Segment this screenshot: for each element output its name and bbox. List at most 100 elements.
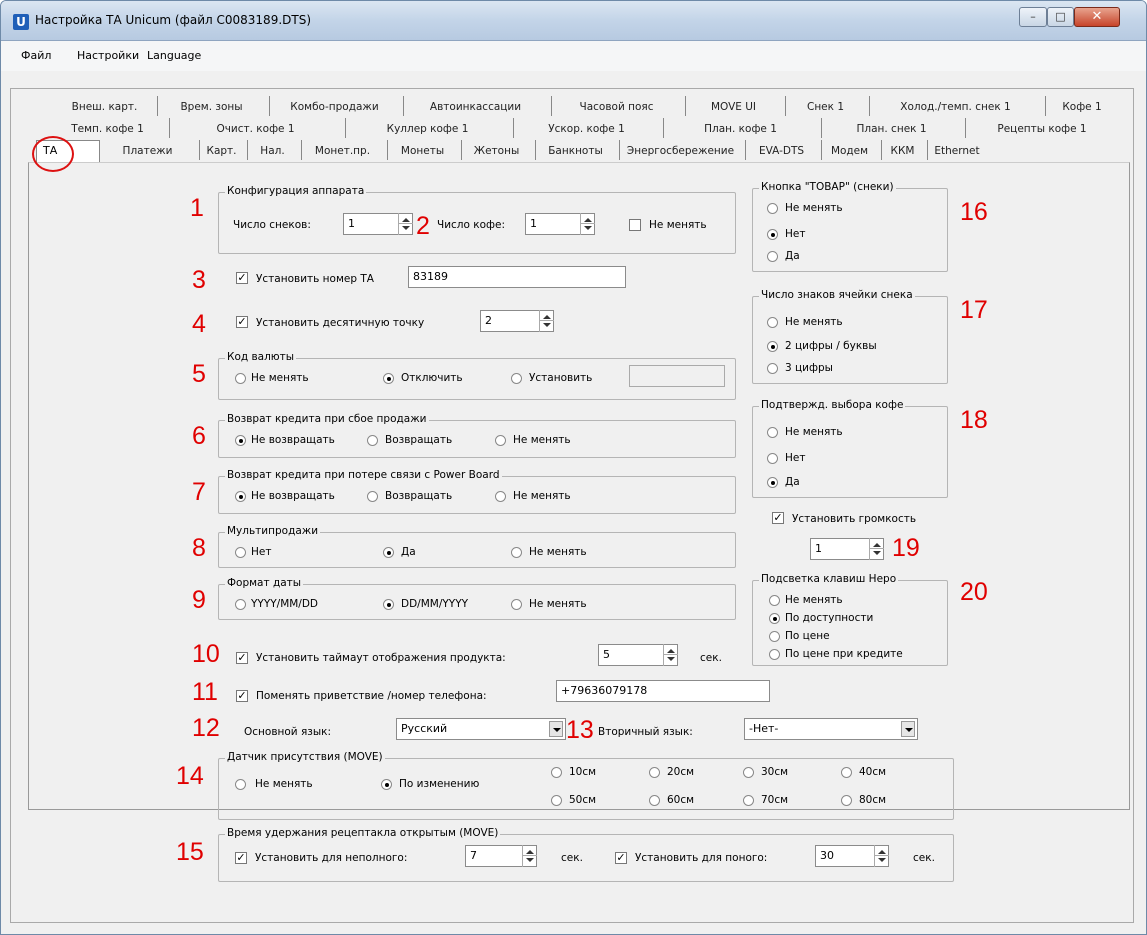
tab-speed-coffee[interactable]: Ускор. кофе 1 <box>514 118 664 138</box>
tab-energy[interactable]: Энергосбережение <box>620 140 746 160</box>
tab-snack-1[interactable]: Снек 1 <box>786 96 870 116</box>
presence-60-radio[interactable] <box>649 795 660 806</box>
date-format-nochange-radio[interactable] <box>511 599 522 610</box>
tab-payments[interactable]: Платежи <box>100 140 200 160</box>
tab-autocollect[interactable]: Автоинкассации <box>404 96 552 116</box>
backlight-nochange-radio[interactable] <box>769 595 780 606</box>
presence-nochange-radio[interactable] <box>235 779 246 790</box>
confirm-coffee-yes-radio[interactable] <box>767 477 778 488</box>
currency-set-radio[interactable] <box>511 373 522 384</box>
presence-50-radio[interactable] <box>551 795 562 806</box>
refund-power-yes-radio[interactable] <box>367 491 378 502</box>
menu-file[interactable]: Файл <box>21 49 51 62</box>
currency-nochange-radio[interactable] <box>235 373 246 384</box>
decimal-point-field[interactable]: 2 <box>480 310 554 332</box>
main-language-select[interactable]: Русский <box>396 718 566 740</box>
refund-power-no-radio[interactable] <box>235 491 246 502</box>
tab-temp-coffee[interactable]: Темп. кофе 1 <box>50 118 170 138</box>
hold-partial-spinner[interactable] <box>522 845 537 867</box>
refund-failure-no-radio[interactable] <box>235 435 246 446</box>
date-format-ymd-radio[interactable] <box>235 599 246 610</box>
backlight-availability-radio[interactable] <box>769 613 780 624</box>
tab-plan-snack[interactable]: План. снек 1 <box>822 118 966 138</box>
chevron-down-icon[interactable] <box>901 721 915 737</box>
timeout-spinner[interactable] <box>663 644 678 666</box>
tab-cold-snack[interactable]: Холод./темп. снек 1 <box>870 96 1046 116</box>
timeout-field[interactable]: 5 <box>598 644 678 666</box>
close-button[interactable]: ✕ <box>1074 7 1120 27</box>
hold-full-field[interactable]: 30 <box>815 845 889 867</box>
confirm-coffee-no-radio[interactable] <box>767 453 778 464</box>
tab-eva-dts[interactable]: EVA-DTS <box>746 140 822 160</box>
tab-time-zones[interactable]: Врем. зоны <box>158 96 270 116</box>
snacks-count-field[interactable]: 1 <box>343 213 413 235</box>
tab-tokens[interactable]: Жетоны <box>462 140 536 160</box>
multisale-nochange-radio[interactable] <box>511 547 522 558</box>
presence-10-radio[interactable] <box>551 767 562 778</box>
confirm-coffee-nochange-radio[interactable] <box>767 427 778 438</box>
greeting-input[interactable]: +79636079178 <box>556 680 770 702</box>
timeout-checkbox[interactable]: ✓ <box>236 652 248 664</box>
multisale-no-radio[interactable] <box>235 547 246 558</box>
ta-number-checkbox[interactable]: ✓ <box>236 272 248 284</box>
tab-cooler-coffee[interactable]: Куллер кофе 1 <box>346 118 514 138</box>
presence-30-radio[interactable] <box>743 767 754 778</box>
tab-plan-coffee[interactable]: План. кофе 1 <box>664 118 822 138</box>
tab-move-ui[interactable]: MOVE UI <box>686 96 786 116</box>
cell-digits-nochange-radio[interactable] <box>767 317 778 328</box>
greeting-checkbox[interactable]: ✓ <box>236 690 248 702</box>
presence-20-radio[interactable] <box>649 767 660 778</box>
product-btn-no-radio[interactable] <box>767 229 778 240</box>
refund-power-nochange-radio[interactable] <box>495 491 506 502</box>
tab-kkm[interactable]: ККМ <box>882 140 928 160</box>
date-format-dmy-radio[interactable] <box>383 599 394 610</box>
tab-combo[interactable]: Комбо-продажи <box>270 96 404 116</box>
cell-digits-3-radio[interactable] <box>767 363 778 374</box>
tab-card[interactable]: Карт. <box>200 140 248 160</box>
backlight-price-credit-radio[interactable] <box>769 649 780 660</box>
hold-partial-field[interactable]: 7 <box>465 845 537 867</box>
tab-clean-coffee[interactable]: Очист. кофе 1 <box>170 118 346 138</box>
ta-number-input[interactable]: 83189 <box>408 266 626 288</box>
chevron-down-icon[interactable] <box>549 721 563 737</box>
menu-language[interactable]: Language <box>147 49 201 62</box>
tab-coin-acceptor[interactable]: Монет.пр. <box>302 140 388 160</box>
decimal-point-checkbox[interactable]: ✓ <box>236 316 248 328</box>
tab-banknotes[interactable]: Банкноты <box>536 140 620 160</box>
tab-ethernet[interactable]: Ethernet <box>928 140 990 160</box>
hold-full-spinner[interactable] <box>874 845 889 867</box>
volume-field[interactable]: 1 <box>810 538 884 560</box>
tab-cash[interactable]: Нал. <box>248 140 302 160</box>
presence-onchange-radio[interactable] <box>381 779 392 790</box>
hold-full-checkbox[interactable]: ✓ <box>615 852 627 864</box>
coffee-count-field[interactable]: 1 <box>525 213 595 235</box>
currency-code-input[interactable] <box>629 365 725 387</box>
backlight-price-radio[interactable] <box>769 631 780 642</box>
multisale-yes-radio[interactable] <box>383 547 394 558</box>
presence-40-radio[interactable] <box>841 767 852 778</box>
tab-modem[interactable]: Модем <box>822 140 882 160</box>
hold-partial-checkbox[interactable]: ✓ <box>235 852 247 864</box>
decimal-point-spinner[interactable] <box>539 310 554 332</box>
presence-80-radio[interactable] <box>841 795 852 806</box>
volume-checkbox[interactable]: ✓ <box>772 512 784 524</box>
minimize-button[interactable]: – <box>1019 7 1047 27</box>
refund-failure-yes-radio[interactable] <box>367 435 378 446</box>
refund-failure-nochange-radio[interactable] <box>495 435 506 446</box>
coffee-count-spinner[interactable] <box>580 213 595 235</box>
maximize-button[interactable]: □ <box>1047 7 1074 27</box>
tab-coins[interactable]: Монеты <box>388 140 462 160</box>
no-change-checkbox[interactable] <box>629 219 641 231</box>
product-btn-yes-radio[interactable] <box>767 251 778 262</box>
currency-disable-radio[interactable] <box>383 373 394 384</box>
tab-recipes-coffee[interactable]: Рецепты кофе 1 <box>966 118 1122 138</box>
snacks-count-spinner[interactable] <box>398 213 413 235</box>
tab-ext-card[interactable]: Внеш. карт. <box>56 96 158 116</box>
tab-coffee-1[interactable]: Кофе 1 <box>1046 96 1122 116</box>
cell-digits-2-radio[interactable] <box>767 341 778 352</box>
second-language-select[interactable]: -Нет- <box>744 718 918 740</box>
volume-spinner[interactable] <box>869 538 884 560</box>
presence-70-radio[interactable] <box>743 795 754 806</box>
product-btn-nochange-radio[interactable] <box>767 203 778 214</box>
menu-settings[interactable]: Настройки <box>77 49 139 62</box>
